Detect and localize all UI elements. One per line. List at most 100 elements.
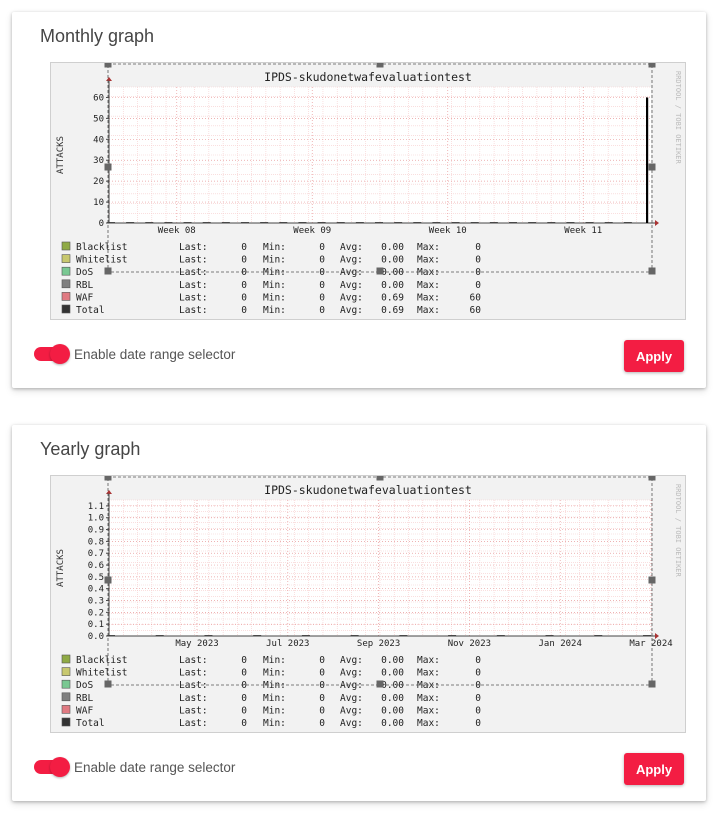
legend-stat-value: 0 xyxy=(475,705,481,716)
selection-handle xyxy=(648,476,656,481)
legend-stat-label: Avg: xyxy=(340,705,363,716)
selection-handle xyxy=(376,63,384,68)
legend-stat-label: Last: xyxy=(179,292,208,303)
legend-swatch xyxy=(61,254,71,263)
legend-stat-value: 0 xyxy=(319,693,325,704)
legend-stat-value: 0 xyxy=(319,292,325,303)
y-tick-label: 40 xyxy=(93,135,104,145)
selection-handle xyxy=(648,267,656,275)
y-tick-label: 0.8 xyxy=(88,537,104,547)
x-tick-label: Week 08 xyxy=(158,226,196,236)
yearly-graph[interactable]: IPDS-skudonetwafevaluationtest 0.0 0.1 0.2 0… xyxy=(50,475,686,733)
legend-stat-value: 0 xyxy=(241,705,247,716)
selection-handle xyxy=(104,576,112,584)
legend-stat-value: 0 xyxy=(241,305,247,316)
selection-handle xyxy=(648,63,656,68)
legend-stat-label: Last: xyxy=(179,267,208,278)
legend-swatch xyxy=(61,679,71,689)
legend-stat-value: 0 xyxy=(319,655,325,666)
legend-stat-value: 0 xyxy=(241,668,247,679)
legend-label: DoS xyxy=(76,680,93,691)
legend-stat-value: 0.00 xyxy=(381,668,404,679)
y-tick-label: 0.3 xyxy=(88,597,104,607)
legend-label: Total xyxy=(76,305,105,316)
monthly-graph-svg: IPDS-skudonetwafevaluationtest 0 10 20 30 40 5… xyxy=(56,63,682,316)
legend-stat-value: 0 xyxy=(475,242,481,253)
legend-label: RBL xyxy=(76,280,93,291)
legend-swatch xyxy=(61,292,71,301)
yearly-graph-svg: IPDS-skudonetwafevaluationtest0.00.10.20… xyxy=(56,476,682,729)
x-tick-label: May 2023 xyxy=(175,639,218,649)
date-range-toggle-label: Enable date range selector xyxy=(74,760,236,775)
legend-stat-value: 0 xyxy=(319,242,325,253)
legend-stat-label: Max: xyxy=(417,280,440,291)
legend-stat-label: Min: xyxy=(263,668,286,679)
apply-button[interactable]: Apply xyxy=(624,340,684,372)
legend-stat-label: Max: xyxy=(417,693,440,704)
legend-stat-value: 0 xyxy=(241,292,247,303)
monthly-graph[interactable]: IPDS-skudonetwafevaluationtest 0 10 20 30 40 5… xyxy=(50,62,686,320)
legend-stat-value: 0 xyxy=(319,305,325,316)
legend-stat-value: 0.00 xyxy=(381,718,404,729)
y-tick-label: 0.2 xyxy=(88,608,104,618)
card-title: Yearly graph xyxy=(40,439,141,459)
date-range-toggle[interactable] xyxy=(34,344,70,364)
legend-label: RBL xyxy=(76,693,93,704)
y-axis-label: ATTACKS xyxy=(56,549,66,587)
legend-stat-value: 0 xyxy=(319,680,325,691)
y-tick-label: 1.1 xyxy=(88,502,104,512)
data-bar xyxy=(646,97,649,223)
legend-stat-value: 0.00 xyxy=(381,255,404,266)
legend-stat-value: 0 xyxy=(241,255,247,266)
legend-stat-label: Max: xyxy=(417,242,440,253)
x-tick-label: Week 09 xyxy=(293,226,331,236)
y-tick-label: 10 xyxy=(93,198,104,208)
x-tick-label: Jul 2023 xyxy=(266,639,309,649)
legend-stat-value: 0 xyxy=(241,242,247,253)
legend-stat-value: 0.00 xyxy=(381,242,404,253)
legend-label: Blacklist xyxy=(76,655,127,666)
legend-stat-value: 0 xyxy=(475,267,481,278)
legend-stat-value: 0 xyxy=(319,668,325,679)
toggle-knob[interactable] xyxy=(50,344,70,364)
y-axis-arrow xyxy=(106,77,112,81)
legend-swatch xyxy=(61,241,71,251)
legend-stat-label: Max: xyxy=(417,292,440,303)
legend-stat-value: 0 xyxy=(475,280,481,291)
toggle-knob[interactable] xyxy=(50,757,70,777)
legend-stat-value: 0 xyxy=(319,280,325,291)
legend-stat-value: 0.00 xyxy=(381,267,404,278)
apply-button[interactable]: Apply xyxy=(624,753,684,785)
legend-stat-value: 0 xyxy=(475,668,481,679)
legend-stat-value: 0 xyxy=(475,718,481,729)
x-axis-arrow xyxy=(655,220,659,226)
legend-stat-label: Avg: xyxy=(340,255,363,266)
legend-stat-value: 0 xyxy=(475,680,481,691)
legend-stat-label: Last: xyxy=(179,680,208,691)
x-tick-label: Sep 2023 xyxy=(357,639,400,649)
legend-stat-label: Avg: xyxy=(340,655,363,666)
legend-swatch xyxy=(61,717,71,727)
x-tick-label: Week 10 xyxy=(429,226,467,236)
legend-stat-label: Min: xyxy=(263,680,286,691)
legend-stat-label: Min: xyxy=(263,693,286,704)
selection-handle xyxy=(648,576,656,584)
legend-stat-value: 0 xyxy=(319,705,325,716)
legend-stat-label: Min: xyxy=(263,280,286,291)
legend-stat-label: Avg: xyxy=(340,668,363,679)
legend-stat-value: 0 xyxy=(475,255,481,266)
y-tick-label: 20 xyxy=(93,177,104,187)
y-tick-label: 1.0 xyxy=(88,514,104,524)
y-tick-label: 0.0 xyxy=(88,632,104,642)
legend-stat-value: 0.00 xyxy=(381,655,404,666)
legend-stat-label: Last: xyxy=(179,655,208,666)
legend-label: WAF xyxy=(76,292,93,303)
legend-stat-value: 0 xyxy=(241,267,247,278)
monthly-graph-card: Monthly graph IPDS-skudonetwafevaluation… xyxy=(12,12,706,388)
legend-swatch xyxy=(61,654,71,664)
legend-stat-label: Avg: xyxy=(340,267,363,278)
date-range-toggle-label: Enable date range selector xyxy=(74,347,236,362)
legend-stat-label: Avg: xyxy=(340,693,363,704)
date-range-toggle[interactable] xyxy=(34,757,70,777)
legend-stat-label: Min: xyxy=(263,292,286,303)
